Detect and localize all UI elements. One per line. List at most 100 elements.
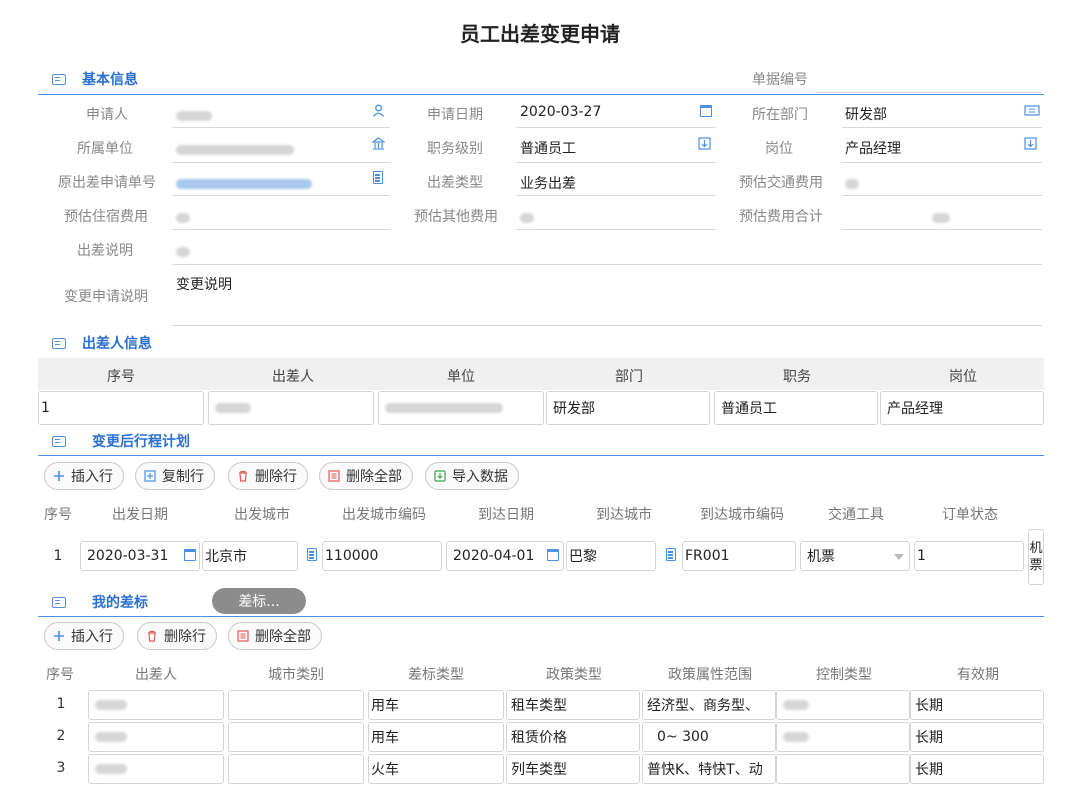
col-header: 订单状态	[942, 507, 998, 523]
orig-no-field[interactable]	[172, 195, 390, 196]
traveler-post-cell[interactable]: 产品经理	[880, 391, 1044, 425]
std-type-cell[interactable]: 用车	[368, 722, 504, 752]
trip-type-field[interactable]	[516, 195, 716, 196]
std-traveler-cell[interactable]	[88, 754, 224, 784]
std-traveler-cell[interactable]	[88, 722, 224, 752]
std-city-cell[interactable]	[228, 722, 364, 752]
traveler-unit-cell[interactable]	[378, 391, 544, 425]
document-icon[interactable]	[307, 548, 317, 561]
col-header: 有效期	[957, 667, 999, 683]
est-total-label: 预估费用合计	[739, 209, 823, 225]
traveler-no-cell[interactable]: 1	[38, 391, 204, 425]
copy-icon	[144, 470, 156, 482]
est-total-field[interactable]	[842, 229, 1042, 230]
section-rule	[38, 616, 1044, 617]
trash-icon	[237, 470, 249, 482]
orig-no-label: 原出差申请单号	[58, 175, 156, 191]
traveler-dept-cell[interactable]: 研发部	[546, 391, 710, 425]
insert-row-button[interactable]: 插入行	[44, 462, 124, 490]
col-header: 出发日期	[112, 507, 168, 523]
traveler-name-cell[interactable]	[208, 391, 374, 425]
std-range-cell[interactable]: 普快K、特快T、动	[642, 754, 776, 784]
col-header: 岗位	[949, 369, 977, 385]
delete-row-button[interactable]: 删除行	[228, 462, 308, 490]
insert-row-button[interactable]: 插入行	[44, 622, 124, 650]
building-icon[interactable]	[372, 137, 385, 150]
person-icon[interactable]	[372, 104, 385, 117]
std-policy-cell[interactable]: 租赁价格	[506, 722, 640, 752]
std-validity-cell[interactable]: 长期	[910, 722, 1044, 752]
import-data-button[interactable]: 导入数据	[425, 462, 519, 490]
doc-no-field[interactable]	[815, 92, 1041, 93]
delete-all-button[interactable]: 删除全部	[228, 622, 322, 650]
est-hotel-field[interactable]	[172, 229, 390, 230]
std-control-cell[interactable]	[776, 754, 910, 784]
calendar-icon[interactable]	[700, 105, 712, 117]
trip-type-value: 业务出差	[520, 176, 576, 192]
delete-row-button[interactable]: 删除行	[137, 622, 217, 650]
unit-field[interactable]	[172, 162, 390, 163]
post-field[interactable]	[842, 162, 1042, 163]
std-type-cell[interactable]: 火车	[368, 754, 504, 784]
order-status-input[interactable]: 1	[914, 541, 1024, 571]
std-policy-cell[interactable]: 列车类型	[506, 754, 640, 784]
level-field[interactable]	[516, 162, 716, 163]
depart-code-input[interactable]: 110000	[322, 541, 442, 571]
change-desc-value[interactable]: 变更说明	[176, 274, 232, 294]
applicant-field[interactable]	[172, 127, 390, 128]
list-select-icon[interactable]	[698, 137, 711, 150]
std-control-cell[interactable]	[776, 690, 910, 720]
form-icon	[52, 73, 66, 85]
calendar-icon[interactable]	[547, 549, 559, 561]
trip-desc-field[interactable]	[172, 264, 1042, 265]
std-range-cell[interactable]: 经济型、商务型、	[642, 690, 776, 720]
std-validity-cell[interactable]: 长期	[910, 754, 1044, 784]
change-desc-field[interactable]	[172, 325, 1042, 326]
applicant-value	[176, 111, 212, 121]
standard-picker-button[interactable]: 差标...	[212, 588, 306, 614]
est-other-field[interactable]	[516, 229, 716, 230]
plus-icon	[53, 470, 65, 482]
section-title-standard: 我的差标	[92, 595, 148, 611]
overflow-cell[interactable]: 机 票	[1028, 529, 1044, 585]
std-city-cell[interactable]	[228, 754, 364, 784]
depart-city-input[interactable]: 北京市	[202, 541, 298, 571]
copy-row-button[interactable]: 复制行	[135, 462, 215, 490]
clear-all-icon	[328, 470, 340, 482]
dept-field[interactable]	[842, 127, 1042, 128]
depart-date-input[interactable]: 2020-03-31	[80, 541, 200, 571]
import-icon	[434, 470, 446, 482]
col-header: 序号	[46, 667, 74, 683]
est-transport-field[interactable]	[842, 195, 1042, 196]
arrive-code-input[interactable]: FR001	[682, 541, 796, 571]
traveler-level-cell[interactable]: 普通员工	[714, 391, 878, 425]
col-header: 政策属性范围	[668, 667, 752, 683]
col-header: 出发城市	[234, 507, 290, 523]
document-icon[interactable]	[373, 171, 383, 184]
document-icon[interactable]	[666, 548, 676, 561]
row-number: 1	[56, 696, 66, 712]
est-hotel-value	[176, 213, 190, 223]
std-type-cell[interactable]: 用车	[368, 690, 504, 720]
department-icon[interactable]	[1024, 104, 1040, 117]
std-validity-cell[interactable]: 长期	[910, 690, 1044, 720]
apply-date-field[interactable]	[516, 127, 716, 128]
std-policy-cell[interactable]: 租车类型	[506, 690, 640, 720]
chevron-down-icon[interactable]	[894, 554, 904, 560]
col-header: 部门	[615, 369, 643, 385]
row-number: 3	[56, 760, 66, 776]
post-select-icon[interactable]	[1024, 137, 1037, 150]
section-rule	[38, 455, 1044, 456]
std-range-cell[interactable]: 0~ 300	[642, 722, 776, 752]
calendar-icon[interactable]	[184, 549, 196, 561]
col-header: 政策类型	[546, 667, 602, 683]
est-total-value	[932, 213, 950, 223]
std-city-cell[interactable]	[228, 690, 364, 720]
orig-no-value	[176, 179, 312, 189]
plus-icon	[53, 630, 65, 642]
std-traveler-cell[interactable]	[88, 690, 224, 720]
arrive-city-input[interactable]: 巴黎	[566, 541, 656, 571]
delete-all-button[interactable]: 删除全部	[319, 462, 413, 490]
post-value: 产品经理	[845, 141, 901, 157]
std-control-cell[interactable]	[776, 722, 910, 752]
